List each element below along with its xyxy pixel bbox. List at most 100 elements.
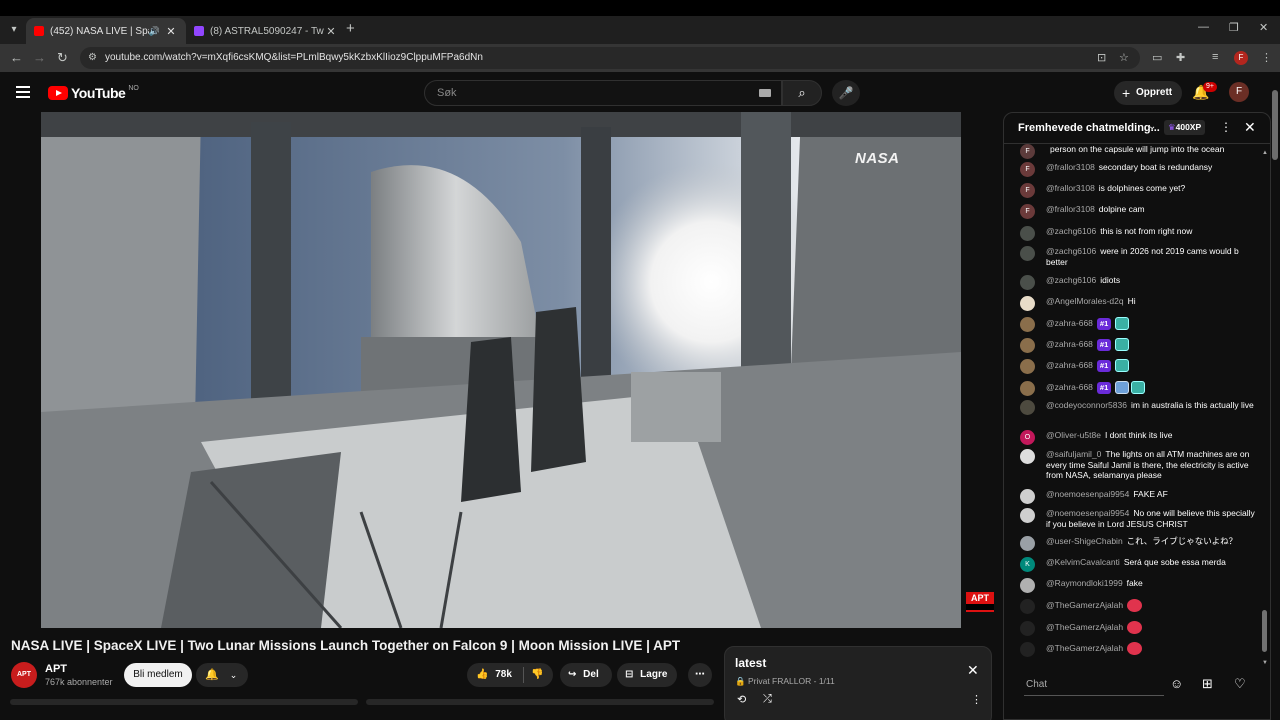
chat-author-name[interactable]: @zahra-668 bbox=[1046, 318, 1093, 328]
chat-author-avatar[interactable]: F bbox=[1020, 183, 1035, 198]
chat-author-name[interactable]: @frallor3108 bbox=[1046, 204, 1095, 214]
minimize-button[interactable]: — bbox=[1198, 21, 1209, 33]
chat-author-name[interactable]: @user-ShigeChabin bbox=[1046, 536, 1123, 546]
chat-input[interactable]: Chat bbox=[1024, 674, 1164, 696]
chat-author-name[interactable]: @codeyoconnor5836 bbox=[1046, 400, 1127, 410]
chat-author-avatar[interactable] bbox=[1020, 536, 1035, 551]
forward-icon[interactable]: → bbox=[33, 50, 46, 65]
close-chat-icon[interactable]: ✕ bbox=[1244, 119, 1256, 136]
chat-author-avatar[interactable] bbox=[1020, 642, 1035, 657]
chat-author-avatar[interactable] bbox=[1020, 338, 1035, 353]
chat-author-name[interactable]: @frallor3108 bbox=[1046, 183, 1095, 193]
scroll-down-icon[interactable]: ▼ bbox=[1262, 660, 1268, 666]
chat-author-avatar[interactable]: F bbox=[1020, 204, 1035, 219]
chat-author-avatar[interactable] bbox=[1020, 246, 1035, 261]
chat-author-avatar[interactable] bbox=[1020, 317, 1035, 332]
chat-author-name[interactable]: @AngelMorales-d2q bbox=[1046, 296, 1124, 306]
chat-message[interactable]: @TheGamerzAjalah bbox=[1020, 642, 1258, 657]
chat-message[interactable]: @codeyoconnor5836 im in australia is this… bbox=[1020, 400, 1258, 415]
search-input[interactable]: Søk bbox=[424, 80, 782, 106]
chat-author-avatar[interactable]: K bbox=[1020, 557, 1035, 572]
browser-menu-icon[interactable]: ⋮ bbox=[1261, 51, 1272, 64]
chat-message[interactable]: F @frallor3108 dolpine cam bbox=[1020, 204, 1258, 219]
more-actions-button[interactable]: ⋯ bbox=[688, 663, 712, 687]
account-avatar[interactable]: F bbox=[1229, 82, 1249, 102]
chat-author-name[interactable]: @Oliver-u5t8e bbox=[1046, 430, 1101, 440]
share-button[interactable]: ↪ Del bbox=[560, 663, 612, 687]
join-button[interactable]: Bli medlem bbox=[124, 663, 192, 687]
chat-author-name[interactable]: @noemoesenpai9954 bbox=[1046, 508, 1129, 518]
xp-badge[interactable]: ♛400XP bbox=[1164, 120, 1206, 135]
chat-author-name[interactable]: @KelvimCavalcanti bbox=[1046, 557, 1120, 567]
chat-author-avatar[interactable] bbox=[1020, 449, 1035, 464]
chat-author-avatar[interactable]: F bbox=[1020, 144, 1035, 159]
chat-author-avatar[interactable]: O bbox=[1020, 430, 1035, 445]
chat-message[interactable]: @noemoesenpai9954 No one will believe thi… bbox=[1020, 508, 1258, 529]
chat-author-avatar[interactable]: F bbox=[1020, 162, 1035, 177]
chat-message[interactable]: @zahra-668 #1 bbox=[1020, 317, 1258, 332]
chat-message[interactable]: @saifuljamil_0 The lights on all ATM mach… bbox=[1020, 449, 1258, 481]
chat-scroll-thumb[interactable] bbox=[1262, 610, 1267, 652]
cast-icon[interactable]: ▭ bbox=[1152, 51, 1162, 64]
chat-message[interactable]: @AngelMorales-d2q Hi bbox=[1020, 296, 1258, 311]
chat-message[interactable]: @zachg6106 were in 2026 not 2019 cams wou… bbox=[1020, 246, 1258, 267]
tab-twitch[interactable]: (8) ASTRAL5090247 - Twitch ✕ bbox=[186, 18, 346, 44]
loop-icon[interactable]: ⟲ bbox=[737, 693, 746, 706]
chat-message[interactable]: F @frallor3108 is dolphines come yet? bbox=[1020, 183, 1258, 198]
chat-author-avatar[interactable] bbox=[1020, 381, 1035, 396]
chat-message[interactable]: F @frallor3108 secondary boat is redundans… bbox=[1020, 162, 1258, 177]
chat-message[interactable]: @Raymondloki1999 fake bbox=[1020, 578, 1258, 593]
search-icon[interactable]: ⌕ bbox=[782, 80, 822, 106]
scroll-up-icon[interactable]: ▲ bbox=[1262, 150, 1268, 156]
keyboard-icon[interactable] bbox=[759, 89, 771, 97]
chat-author-name[interactable]: @noemoesenpai9954 bbox=[1046, 489, 1129, 499]
chat-author-avatar[interactable] bbox=[1020, 226, 1035, 241]
back-icon[interactable]: ← bbox=[10, 50, 23, 65]
chat-author-avatar[interactable] bbox=[1020, 599, 1035, 614]
chat-message[interactable]: @zahra-668 #1 bbox=[1020, 338, 1258, 353]
chat-author-name[interactable]: @frallor3108 bbox=[1046, 162, 1095, 172]
comments-preview[interactable] bbox=[366, 699, 714, 705]
bookmark-star-icon[interactable]: ☆ bbox=[1119, 51, 1129, 64]
tab-youtube[interactable]: (452) NASA LIVE | SpaceX LIVE 🔊 ✕ bbox=[26, 18, 186, 44]
tab-search-button[interactable]: ▾ bbox=[6, 22, 22, 38]
chat-message[interactable]: Fperson on the capsule will jump into th… bbox=[1020, 144, 1258, 159]
youtube-logo[interactable]: YouTube NO bbox=[48, 85, 139, 101]
chat-author-name[interactable]: @TheGamerzAjalah bbox=[1046, 600, 1123, 610]
reload-icon[interactable]: ↻ bbox=[57, 50, 68, 66]
video-player[interactable]: NASA bbox=[41, 112, 961, 628]
browser-profile-avatar[interactable]: F bbox=[1234, 51, 1248, 65]
chat-author-name[interactable]: @TheGamerzAjalah bbox=[1046, 622, 1123, 632]
page-scroll-thumb[interactable] bbox=[1272, 90, 1278, 160]
chat-author-name[interactable]: @zahra-668 bbox=[1046, 360, 1093, 370]
chat-message[interactable]: @zahra-668 #1 bbox=[1020, 381, 1258, 396]
chat-message[interactable]: @TheGamerzAjalah bbox=[1020, 621, 1258, 636]
close-playlist-icon[interactable]: ✕ bbox=[967, 662, 979, 679]
chat-author-avatar[interactable] bbox=[1020, 621, 1035, 636]
close-window-button[interactable]: ✕ bbox=[1259, 21, 1268, 34]
close-tab-icon[interactable]: ✕ bbox=[324, 25, 338, 38]
chat-author-avatar[interactable] bbox=[1020, 578, 1035, 593]
url-field[interactable]: ⚙ youtube.com/watch?v=mXqfi6csKMQ&list=P… bbox=[80, 47, 1140, 69]
page-scrollbar[interactable] bbox=[1272, 88, 1278, 708]
chat-author-name[interactable]: @TheGamerzAjalah bbox=[1046, 643, 1123, 653]
emoji-icon[interactable]: ☺ bbox=[1170, 676, 1183, 691]
chat-author-avatar[interactable] bbox=[1020, 296, 1035, 311]
chat-scrollbar[interactable]: ▲ ▼ bbox=[1262, 150, 1268, 674]
shuffle-icon[interactable]: ⤮ bbox=[763, 693, 772, 706]
chevron-down-icon[interactable]: ⌄ bbox=[1148, 121, 1156, 132]
chat-author-name[interactable]: @zachg6106 bbox=[1046, 246, 1096, 256]
chat-message[interactable]: @zachg6106 this is not from right now bbox=[1020, 226, 1258, 241]
playlist-title[interactable]: latest bbox=[735, 656, 766, 670]
menu-icon[interactable] bbox=[16, 86, 30, 98]
description-preview[interactable] bbox=[10, 699, 358, 705]
maximize-button[interactable]: ❐ bbox=[1229, 21, 1239, 34]
close-tab-icon[interactable]: ✕ bbox=[164, 25, 178, 38]
extensions-icon[interactable]: ✚ bbox=[1176, 51, 1185, 64]
save-button[interactable]: ⊟ Lagre bbox=[617, 663, 677, 687]
chat-message[interactable]: K @KelvimCavalcanti Será que sobe essa mer… bbox=[1020, 557, 1258, 572]
chat-author-avatar[interactable] bbox=[1020, 275, 1035, 290]
channel-avatar[interactable]: APT bbox=[11, 662, 37, 688]
chat-author-avatar[interactable] bbox=[1020, 508, 1035, 523]
chat-message[interactable]: O @Oliver-u5t8e I dont think its live bbox=[1020, 430, 1258, 445]
